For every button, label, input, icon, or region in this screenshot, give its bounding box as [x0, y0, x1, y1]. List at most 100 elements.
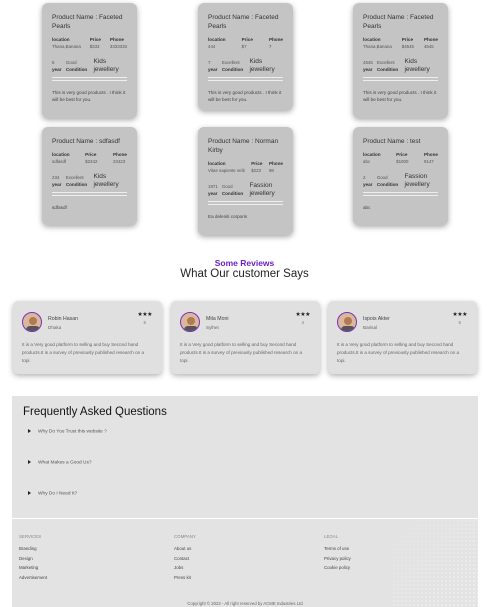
footer-link[interactable]: Cookie policy: [324, 563, 351, 573]
location-value: Vitae sapiente velit: [208, 168, 245, 173]
product-card[interactable]: Product Name : Faceted Pearls location Th…: [42, 3, 137, 118]
divider: [363, 192, 438, 193]
product-description: This is very good products . I think it …: [208, 90, 282, 102]
product-card[interactable]: Product Name : test location abc Price $10…: [353, 127, 448, 225]
phone-value: 7: [268, 44, 272, 49]
faq-item[interactable]: What Makes a Good Us?: [28, 460, 92, 465]
phone-value: 23423: [112, 159, 126, 164]
condition-value: Excellent: [65, 175, 84, 180]
caret-right-icon: [28, 429, 31, 433]
divider: [52, 77, 127, 78]
product-description: abc: [363, 205, 371, 210]
footer-link[interactable]: Terms of use: [324, 544, 351, 554]
price-label: Price: [396, 152, 408, 157]
price-value: $4545: [401, 44, 414, 49]
location-label: location: [208, 37, 226, 42]
product-description: Ea deleniti corporis: [208, 214, 248, 219]
phone-label: Phone: [112, 152, 127, 157]
reviewer-location: Sylhet: [206, 325, 219, 330]
reviews-title: What Our customer Says: [180, 268, 309, 280]
category: Kids jewellery: [404, 58, 430, 73]
footer-link[interactable]: Branding: [19, 544, 47, 554]
year-value: 7: [208, 60, 211, 65]
review-card: Ispois Akter Barisal ★★★ 5 It is a Very …: [328, 301, 477, 374]
footer-link[interactable]: Design: [19, 554, 47, 564]
condition-value: Good: [376, 175, 388, 180]
caret-right-icon: [28, 460, 31, 464]
review-card: Robin Hasan Dhaka ★★★ 5 It is a Very goo…: [13, 301, 162, 374]
faq-item[interactable]: Why Do I Need It?: [28, 491, 77, 496]
reviewer-name: Mita Moni: [206, 316, 229, 322]
price-label: Price: [85, 152, 97, 157]
phone-label: Phone: [423, 152, 438, 157]
review-text: It is a Very good platform to selling an…: [180, 342, 303, 363]
footer-company: COMPANY About us Contact Jobs Press kit: [174, 534, 196, 582]
footer-services: SERVICES Branding Design Marketing Adver…: [19, 534, 47, 582]
footer-link[interactable]: Marketing: [19, 563, 47, 573]
price-label: Price: [251, 161, 263, 166]
reviewer-location: Dhaka: [48, 325, 62, 330]
price-value: $7: [241, 44, 247, 49]
year-value: 2: [363, 175, 366, 180]
faq-section: Frequently Asked Questions Why Do You Tr…: [12, 396, 478, 518]
phone-label: Phone: [109, 37, 124, 42]
year-value: 5: [52, 60, 55, 65]
price-label: Price: [401, 37, 414, 42]
faq-item[interactable]: Why Do You Trust this website ?: [28, 429, 107, 434]
divider: [208, 204, 283, 205]
product-card[interactable]: Product Name : Norman Kirby location Vita…: [198, 127, 293, 235]
product-card[interactable]: Product Name : sdfasdf location sdfasdf P…: [42, 127, 137, 225]
footer-link[interactable]: Contact: [174, 554, 196, 564]
condition-label: Condition: [376, 182, 399, 187]
product-card[interactable]: Product Name : Faceted Pearls location 44…: [198, 3, 293, 110]
product-name: Product Name : sdfasdf: [52, 138, 120, 145]
rating-stars: ★★★: [137, 312, 152, 318]
price-label: Price: [241, 37, 253, 42]
year-value: 1971: [208, 184, 218, 189]
condition-value: Excellent: [221, 60, 240, 65]
divider: [52, 80, 127, 81]
year-label: year: [363, 182, 373, 187]
phone-value: 9147: [423, 159, 434, 164]
product-description: This is very good products . I think it …: [52, 90, 126, 102]
avatar: [337, 312, 357, 332]
product-card[interactable]: Product Name : Faceted Pearls location Th…: [353, 3, 448, 118]
location-label: location: [363, 152, 381, 157]
price-value: $1000: [396, 159, 409, 164]
phone-label: Phone: [268, 37, 283, 42]
product-name: Product Name : Faceted Pearls: [208, 14, 279, 30]
dot-pattern-decoration: [392, 519, 478, 607]
year-label: year: [208, 191, 218, 196]
phone-label: Phone: [268, 161, 283, 166]
condition-label: Condition: [65, 67, 88, 72]
footer-link[interactable]: Jobs: [174, 563, 196, 573]
location-value: abc: [363, 159, 371, 164]
location-label: location: [208, 161, 226, 166]
price-label: Price: [89, 37, 101, 42]
condition-value: Good: [221, 184, 233, 189]
condition-value: Good: [65, 60, 77, 65]
reviewer-name: Robin Hasan: [48, 316, 78, 322]
price-value: $333: [89, 44, 100, 49]
footer-heading: LEGAL: [324, 534, 339, 539]
phone-label: Phone: [423, 37, 438, 42]
divider: [52, 195, 127, 196]
rating-value: 5: [458, 320, 461, 325]
footer-link[interactable]: About us: [174, 544, 196, 554]
rating-stars: ★★★: [295, 312, 310, 318]
category: Fassion jewellery: [404, 173, 430, 188]
footer-link[interactable]: Privacy policy: [324, 554, 351, 564]
review-text: It is a Very good platform to selling an…: [22, 342, 145, 363]
category: Kids jewellery: [93, 173, 119, 188]
year-label: year: [52, 182, 62, 187]
footer-link[interactable]: Advertisement: [19, 573, 47, 583]
condition-label: Condition: [221, 67, 244, 72]
condition-label: Condition: [65, 182, 88, 187]
footer: SERVICES Branding Design Marketing Adver…: [12, 519, 478, 607]
divider: [363, 195, 438, 196]
footer-link[interactable]: Press kit: [174, 573, 196, 583]
phone-value: 4545: [423, 44, 434, 49]
rating-value: 4: [301, 320, 304, 325]
category: Kids jewellery: [249, 58, 275, 73]
location-label: location: [52, 152, 70, 157]
